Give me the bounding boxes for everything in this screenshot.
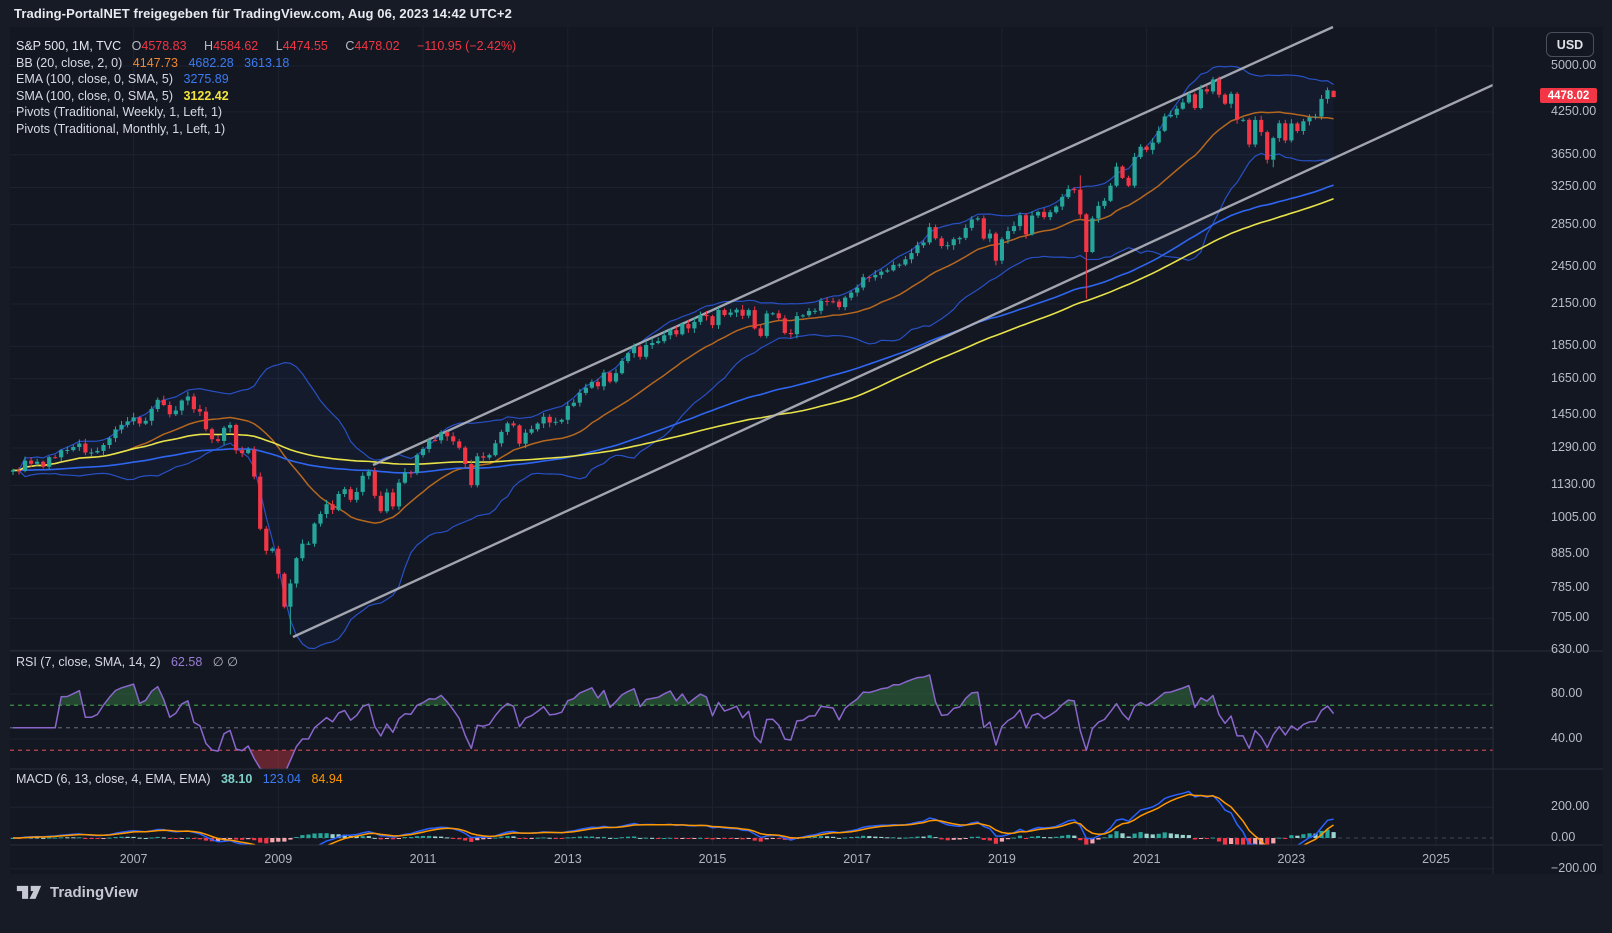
open-value: 4578.83	[141, 39, 186, 53]
rsi-value: 62.58	[171, 655, 202, 669]
rsi-hidden-ma: ∅ ∅	[213, 655, 238, 669]
axis-label: 785.00	[1551, 580, 1589, 594]
high-value: 4584.62	[213, 39, 258, 53]
legend-row-rsi[interactable]: RSI (7, close, SMA, 14, 2) 62.58 ∅ ∅	[16, 654, 238, 669]
axis-label: 705.00	[1551, 610, 1589, 624]
axis-label: 80.00	[1551, 686, 1582, 700]
axis-label: 1130.00	[1551, 477, 1595, 491]
axis-label: 4250.00	[1551, 104, 1596, 118]
tradingview-logo-icon[interactable]	[16, 881, 42, 903]
axis-label: 2150.00	[1551, 296, 1596, 310]
ema-value: 3275.89	[184, 72, 229, 86]
legend-row-bb[interactable]: BB (20, close, 2, 0) 4147.73 4682.28 361…	[16, 56, 296, 70]
time-axis-year-label: 2019	[988, 852, 1016, 866]
macd-signal-value: 84.94	[311, 772, 342, 786]
axis-label: 0.00	[1551, 830, 1575, 844]
macd-hist-value: 38.10	[221, 772, 252, 786]
axis-label: 1450.00	[1551, 407, 1596, 421]
axis-label: 1850.00	[1551, 338, 1596, 352]
close-value: 4478.02	[354, 39, 399, 53]
bb-lower-value: 3613.18	[244, 56, 289, 70]
legend-row-pivots-weekly[interactable]: Pivots (Traditional, Weekly, 1, Left, 1)	[16, 105, 229, 119]
currency-button[interactable]: USD	[1546, 32, 1594, 57]
axis-label: 885.00	[1551, 546, 1589, 560]
time-axis-year-label: 2007	[120, 852, 148, 866]
axis-label: 200.00	[1551, 799, 1589, 813]
axis-label: 1650.00	[1551, 371, 1596, 385]
bb-basis-value: 4147.73	[133, 56, 178, 70]
axis-label: 3650.00	[1551, 147, 1596, 161]
symbol-title: S&P 500, 1M, TVC	[16, 39, 121, 53]
time-axis-year-label: 2025	[1422, 852, 1450, 866]
attribution-bar: TradingView	[16, 881, 138, 903]
legend-row-macd[interactable]: MACD (6, 13, close, 4, EMA, EMA) 38.10 1…	[16, 772, 350, 786]
legend-row-ema[interactable]: EMA (100, close, 0, SMA, 5) 3275.89	[16, 72, 236, 86]
macd-line-value: 123.04	[263, 772, 301, 786]
axis-label: 1290.00	[1551, 440, 1596, 454]
axis-label: 1005.00	[1551, 510, 1596, 524]
time-axis-year-label: 2023	[1277, 852, 1305, 866]
chart-canvas[interactable]	[0, 0, 1612, 933]
legend-row-sma[interactable]: SMA (100, close, 0, SMA, 5) 3122.42	[16, 89, 236, 103]
axis-label: 2450.00	[1551, 259, 1596, 273]
axis-label: 40.00	[1551, 731, 1582, 745]
axis-label: 2850.00	[1551, 217, 1596, 231]
time-axis-year-label: 2013	[554, 852, 582, 866]
axis-label: 3250.00	[1551, 179, 1596, 193]
time-axis-year-label: 2021	[1133, 852, 1161, 866]
last-price-tag: 4478.02	[1540, 88, 1597, 103]
time-axis-year-label: 2015	[699, 852, 727, 866]
legend-row-symbol[interactable]: S&P 500, 1M, TVC O4578.83 H4584.62 L4474…	[16, 39, 523, 53]
tradingview-brand-text[interactable]: TradingView	[50, 884, 138, 901]
time-axis-year-label: 2009	[264, 852, 292, 866]
tradingview-chart-window: Trading-PortalNET freigegeben für Tradin…	[0, 0, 1612, 933]
legend-row-pivots-monthly[interactable]: Pivots (Traditional, Monthly, 1, Left, 1…	[16, 122, 232, 136]
change-value: −110.95 (−2.42%)	[417, 39, 516, 53]
sma-value: 3122.42	[184, 89, 229, 103]
time-axis-year-label: 2017	[843, 852, 871, 866]
axis-label: 630.00	[1551, 642, 1589, 656]
bb-upper-value: 4682.28	[188, 56, 233, 70]
axis-label: 5000.00	[1551, 58, 1596, 72]
time-axis-year-label: 2011	[410, 852, 437, 866]
low-value: 4474.55	[283, 39, 328, 53]
axis-label: −200.00	[1551, 861, 1597, 875]
